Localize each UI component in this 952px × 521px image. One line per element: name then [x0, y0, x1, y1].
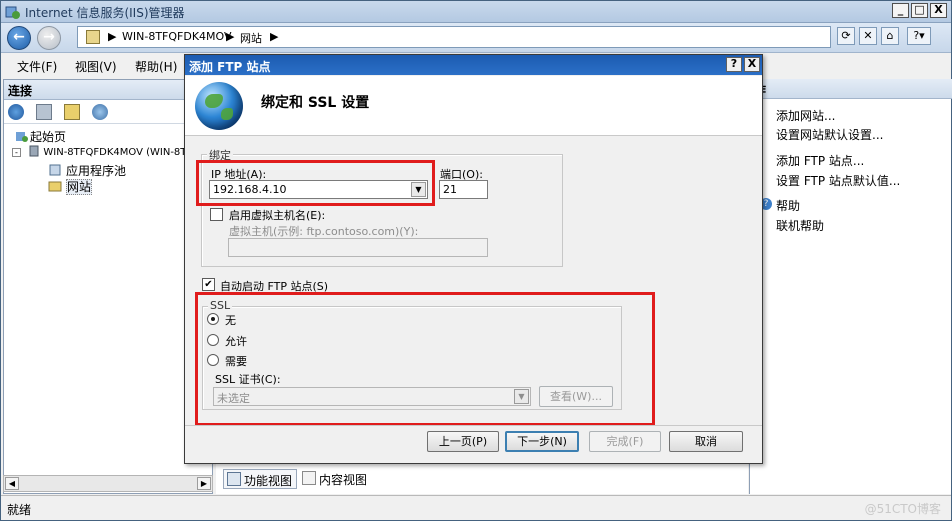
window-title: Internet 信息服务(IIS)管理器: [25, 6, 185, 20]
connections-pane: 连接 起始页 - WIN-8TFQFDK4MOV (WIN-8T 应用程序池 网…: [3, 79, 213, 494]
highlight-box-ssl: [195, 292, 655, 426]
save-icon[interactable]: [36, 104, 52, 120]
connections-header: 连接: [4, 80, 212, 100]
next-button[interactable]: 下一步(N): [505, 431, 579, 452]
tree-item-start-page[interactable]: 起始页: [16, 128, 67, 145]
dialog-titlebar: 添加 FTP 站点 ? X: [185, 55, 762, 75]
tree-item-sites[interactable]: 网站: [48, 178, 93, 195]
tree-label: 起始页: [30, 130, 67, 144]
horizontal-scrollbar[interactable]: ◀ ▶: [3, 475, 213, 492]
start-page-icon: [16, 132, 28, 142]
breadcrumb-server[interactable]: WIN-8TFQFDK4MOV: [122, 30, 232, 43]
tab-content-view[interactable]: 内容视图: [299, 469, 371, 489]
action-add-site[interactable]: 添加网站...: [776, 107, 835, 124]
home-icon[interactable]: ⌂: [881, 27, 899, 45]
globe-icon: [195, 82, 243, 130]
home-page-icon: [86, 30, 100, 44]
help-icon[interactable]: ?▾: [907, 27, 931, 45]
virtual-host-check-label: 启用虚拟主机名(E):: [229, 209, 326, 222]
dialog-title: 添加 FTP 站点: [189, 60, 271, 74]
back-button[interactable]: ←: [7, 26, 31, 50]
virtual-host-checkbox[interactable]: [210, 208, 223, 221]
maximize-button[interactable]: □: [911, 3, 928, 18]
add-ftp-site-dialog: 添加 FTP 站点 ? X 绑定和 SSL 设置 绑定 IP 地址(A): 19…: [184, 54, 763, 464]
menu-view[interactable]: 视图(V): [75, 58, 117, 75]
highlight-box-ip: [196, 160, 435, 206]
virtual-host-label: 虚拟主机(示例: ftp.contoso.com)(Y):: [229, 225, 419, 238]
window-titlebar: Internet 信息服务(IIS)管理器 _ □ X: [1, 1, 951, 23]
address-bar[interactable]: ▶ WIN-8TFQFDK4MOV ▶ 网站 ▶: [77, 26, 831, 48]
close-button[interactable]: X: [930, 3, 947, 18]
disconnect-icon[interactable]: [92, 104, 108, 120]
dialog-heading: 绑定和 SSL 设置: [261, 95, 370, 111]
tree-label: 应用程序池: [66, 164, 127, 178]
tree-label: 网站: [66, 179, 93, 195]
action-help[interactable]: 帮助: [776, 197, 800, 214]
menu-help[interactable]: 帮助(H): [135, 58, 177, 75]
status-bar: 就绪 @51CTO博客: [1, 495, 951, 520]
content-view-icon: [302, 471, 316, 485]
connect-globe-icon[interactable]: [8, 104, 24, 120]
scroll-right-arrow-icon[interactable]: ▶: [197, 477, 211, 490]
app-pool-icon: [49, 164, 61, 176]
virtual-host-input[interactable]: [228, 238, 488, 257]
autostart-checkbox[interactable]: ✔: [202, 278, 215, 291]
address-toolbar: ← → ▶ WIN-8TFQFDK4MOV ▶ 网站 ▶ ⟳ ✕ ⌂ ?▾: [1, 23, 951, 53]
menu-file[interactable]: 文件(F): [17, 58, 57, 75]
action-online-help[interactable]: 联机帮助: [776, 217, 824, 234]
actions-header: 作: [750, 79, 952, 99]
tree-item-server[interactable]: - WIN-8TFQFDK4MOV (WIN-8T: [12, 145, 186, 158]
finish-button[interactable]: 完成(F): [589, 431, 661, 452]
port-input[interactable]: 21: [439, 180, 488, 199]
cancel-button[interactable]: 取消: [669, 431, 743, 452]
tab-label: 功能视图: [244, 474, 293, 488]
dialog-close-button[interactable]: X: [744, 57, 760, 72]
up-folder-icon[interactable]: [64, 104, 80, 120]
collapse-toggle-icon[interactable]: -: [12, 148, 21, 157]
server-icon: [29, 145, 39, 157]
connections-toolbar: [4, 100, 212, 124]
iis-app-icon: [5, 6, 20, 19]
status-text: 就绪: [7, 503, 32, 517]
stop-icon[interactable]: ✕: [859, 27, 877, 45]
tab-features-view[interactable]: 功能视图: [223, 469, 298, 489]
forward-button[interactable]: →: [37, 26, 61, 50]
prev-button[interactable]: 上一页(P): [427, 431, 499, 452]
crumb-arrow-icon: ▶: [108, 30, 117, 43]
watermark-text: @51CTO博客: [864, 502, 941, 516]
features-view-icon: [227, 472, 241, 486]
scroll-left-arrow-icon[interactable]: ◀: [5, 477, 19, 490]
dialog-help-button[interactable]: ?: [726, 57, 742, 72]
minimize-button[interactable]: _: [892, 3, 909, 18]
breadcrumb-sites[interactable]: 网站: [240, 30, 262, 46]
refresh-icon[interactable]: ⟳: [837, 27, 855, 45]
tree-label: WIN-8TFQFDK4MOV (WIN-8T: [43, 147, 187, 158]
port-value: 21: [443, 183, 457, 196]
dialog-separator: [185, 425, 762, 426]
action-add-ftp-site[interactable]: 添加 FTP 站点...: [776, 152, 864, 169]
actions-pane: 作 添加网站... 设置网站默认设置... 添加 FTP 站点... 设置 FT…: [749, 79, 952, 494]
sites-folder-icon: [48, 181, 62, 192]
tree-item-app-pools[interactable]: 应用程序池: [49, 162, 127, 179]
crumb-arrow-icon: ▶: [226, 30, 235, 43]
action-ftp-defaults[interactable]: 设置 FTP 站点默认值...: [776, 172, 900, 189]
dialog-header: 绑定和 SSL 设置: [185, 76, 762, 136]
crumb-arrow-icon: ▶: [270, 30, 279, 43]
action-site-defaults[interactable]: 设置网站默认设置...: [776, 126, 883, 143]
tab-label: 内容视图: [319, 473, 368, 487]
